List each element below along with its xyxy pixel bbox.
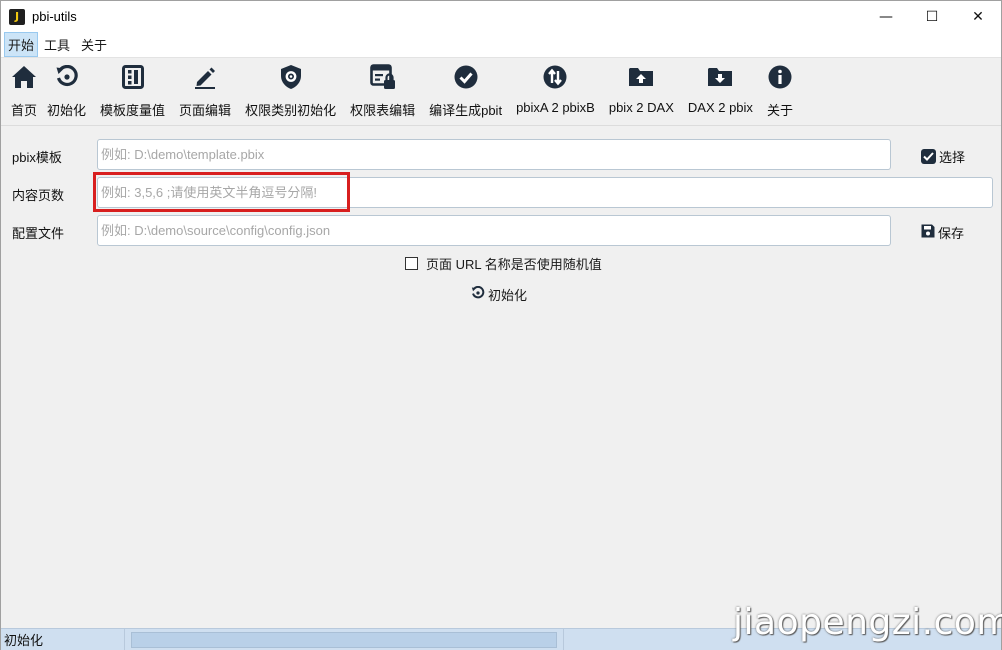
random-url-label: 页面 URL 名称是否使用随机值 (426, 257, 602, 272)
toolbar-permission-init-button[interactable]: 权限类别初始化 (241, 58, 340, 124)
app-window: J pbi-utils — ☐ ✕ 开始 工具 关于 首页 初始化 模板度量值 … (0, 0, 1002, 650)
window-title: pbi-utils (32, 9, 77, 24)
toolbar: 首页 初始化 模板度量值 页面编辑 权限类别初始化 权限表编辑 编译生成pbit… (1, 58, 1001, 126)
toolbar-pbix-transfer-button[interactable]: pbixA 2 pbixB (512, 58, 599, 124)
transfer-icon (542, 64, 568, 90)
template-measure-icon (120, 64, 146, 90)
toolbar-label: pbix 2 DAX (608, 100, 674, 115)
status-text: 初始化 (1, 629, 125, 650)
config-path-input[interactable] (97, 215, 891, 246)
checkbox-checked-icon (921, 149, 936, 164)
refresh-icon (471, 285, 485, 303)
toolbar-label: 页面编辑 (179, 103, 232, 118)
shield-gear-icon (278, 64, 304, 90)
status-divider (563, 629, 564, 650)
save-button-label: 保存 (938, 226, 965, 241)
init-button[interactable]: 初始化 (471, 285, 527, 304)
toolbar-label: 权限类别初始化 (245, 103, 337, 118)
toolbar-label: pbixA 2 pbixB (516, 100, 595, 115)
minimize-button[interactable]: — (863, 1, 909, 32)
toolbar-pbix-to-dax-button[interactable]: pbix 2 DAX (605, 58, 678, 124)
folder-upload-icon (628, 64, 654, 90)
toolbar-label: 权限表编辑 (350, 103, 416, 118)
toolbar-compile-button[interactable]: 编译生成pbit (425, 58, 506, 124)
save-icon (921, 224, 935, 241)
save-button[interactable]: 保存 (921, 223, 964, 242)
pages-input[interactable] (97, 177, 993, 208)
select-button[interactable]: 选择 (921, 147, 965, 166)
refresh-icon (54, 64, 80, 90)
template-path-input[interactable] (97, 139, 891, 170)
watermark: jiaopengzi.com (733, 602, 1002, 643)
toolbar-home-button[interactable]: 首页 (7, 58, 41, 124)
toolbar-label: 模板度量值 (100, 103, 166, 118)
info-icon (767, 64, 793, 90)
toolbar-init-button[interactable]: 初始化 (43, 58, 90, 124)
menu-start[interactable]: 开始 (4, 32, 39, 57)
pencil-icon (192, 64, 218, 90)
menu-bar: 开始 工具 关于 (1, 32, 1001, 58)
menu-about[interactable]: 关于 (76, 32, 112, 57)
app-icon: J (9, 8, 25, 25)
table-lock-icon (369, 64, 396, 90)
random-url-option[interactable]: 页面 URL 名称是否使用随机值 (405, 254, 602, 273)
toolbar-label: 首页 (11, 103, 38, 118)
toolbar-template-measure-button[interactable]: 模板度量值 (96, 58, 169, 124)
toolbar-label: 初始化 (47, 103, 87, 118)
toolbar-label: 编译生成pbit (429, 103, 503, 118)
select-button-label: 选择 (939, 150, 966, 165)
window-controls: — ☐ ✕ (863, 1, 1001, 32)
toolbar-about-button[interactable]: 关于 (763, 58, 797, 124)
folder-download-icon (707, 64, 733, 90)
random-url-checkbox[interactable] (405, 257, 418, 270)
template-label: pbix模板 (12, 150, 62, 165)
title-bar: J pbi-utils — ☐ ✕ (1, 1, 1001, 32)
toolbar-label: 关于 (766, 103, 793, 118)
config-label: 配置文件 (12, 226, 65, 241)
status-progress-bar (131, 631, 557, 648)
home-icon (11, 64, 37, 90)
toolbar-dax-to-pbix-button[interactable]: DAX 2 pbix (684, 58, 757, 124)
check-circle-icon (453, 64, 479, 90)
pages-label: 内容页数 (12, 188, 65, 203)
toolbar-page-edit-button[interactable]: 页面编辑 (175, 58, 235, 124)
toolbar-label: DAX 2 pbix (687, 100, 753, 115)
maximize-button[interactable]: ☐ (909, 1, 955, 32)
close-button[interactable]: ✕ (955, 1, 1001, 32)
init-button-label: 初始化 (488, 288, 528, 303)
menu-tools[interactable]: 工具 (39, 32, 75, 57)
toolbar-permission-table-button[interactable]: 权限表编辑 (346, 58, 419, 124)
